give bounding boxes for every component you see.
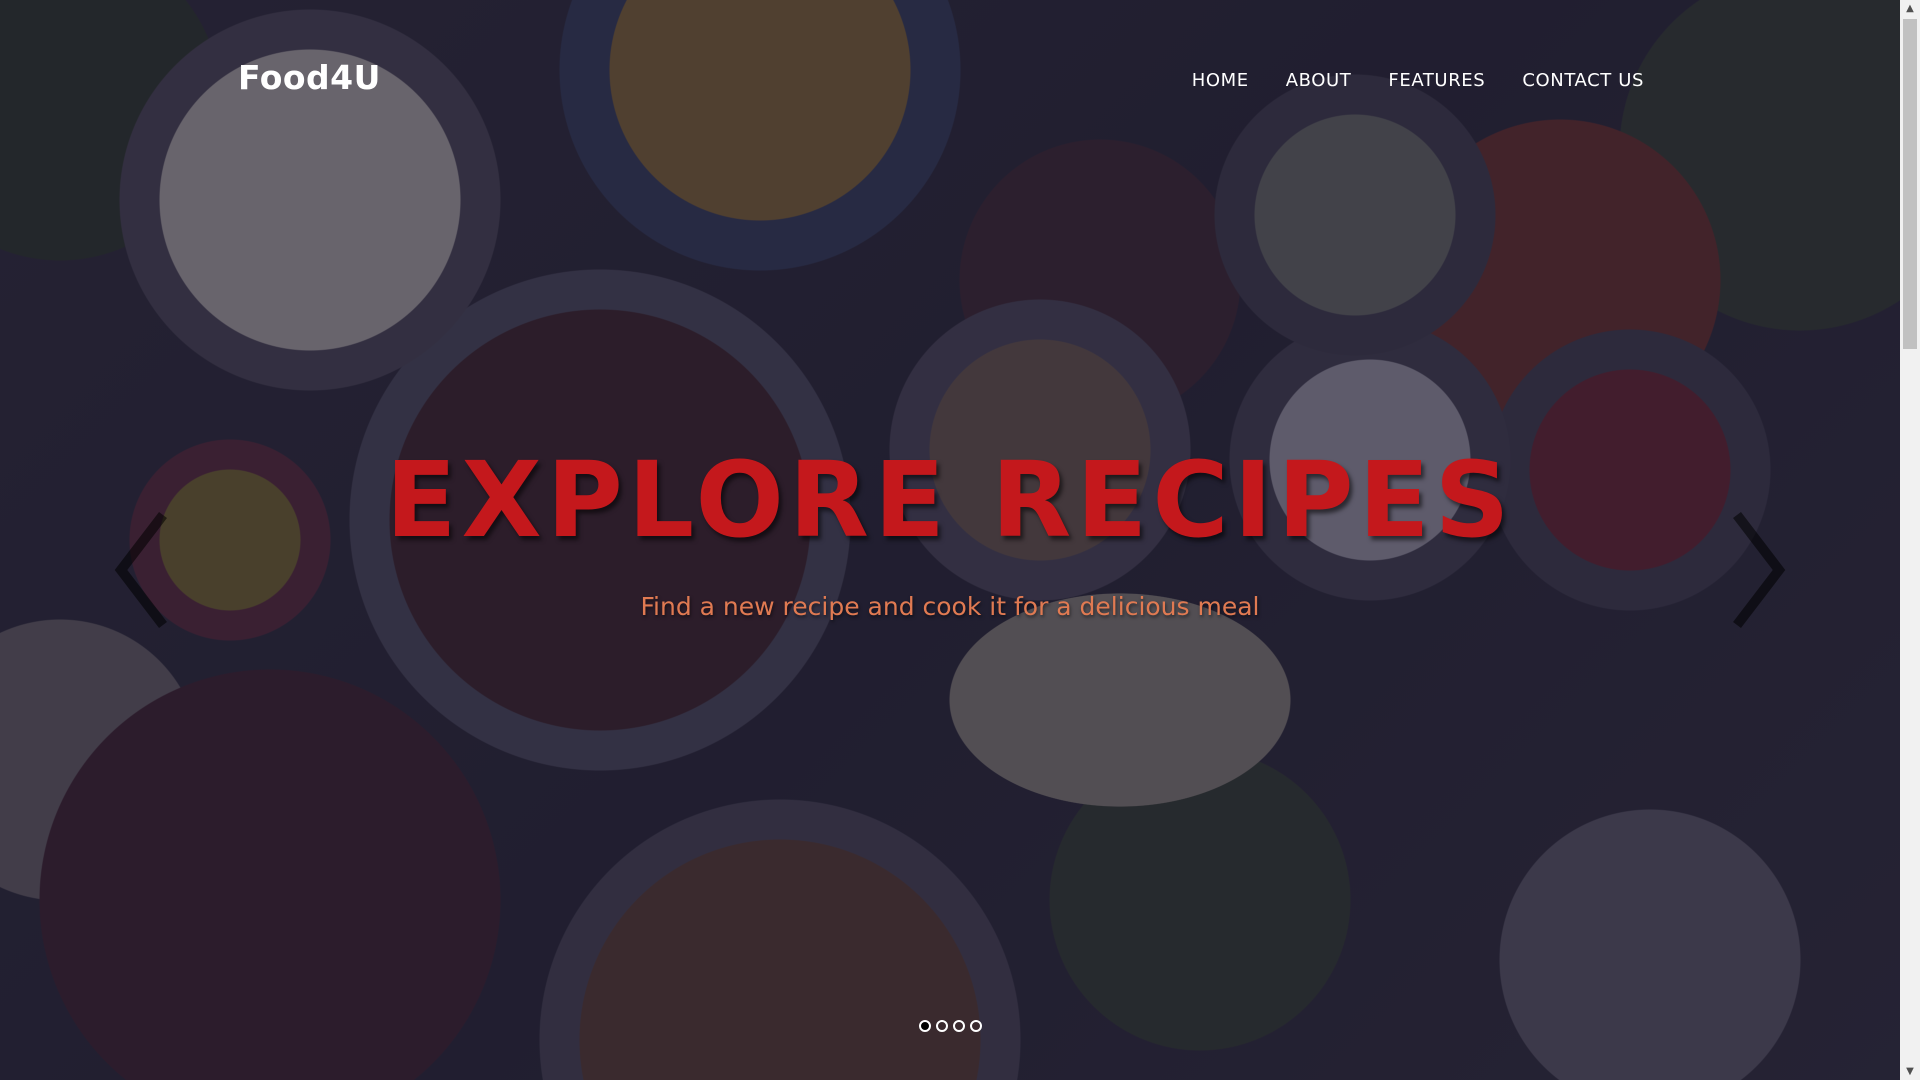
scrollbar-thumb[interactable]: [1903, 19, 1917, 349]
scroll-down-arrow-icon[interactable]: ▼: [1900, 1063, 1920, 1080]
nav-links: HOME ABOUT FEATURES CONTACT US: [1192, 70, 1644, 91]
page-viewport: Food4U HOME ABOUT FEATURES CONTACT US EX…: [0, 0, 1900, 1080]
scroll-up-arrow-icon[interactable]: ▲: [1900, 0, 1920, 17]
nav-link-about[interactable]: ABOUT: [1286, 70, 1352, 91]
hero-headline: EXPLORE RECIPES: [385, 439, 1515, 561]
carousel-indicator-3[interactable]: [952, 1020, 965, 1032]
hero-subheadline: Find a new recipe and cook it for a deli…: [640, 592, 1260, 621]
carousel-next-button[interactable]: [1722, 505, 1792, 635]
nav-link-contact-us[interactable]: CONTACT US: [1522, 70, 1644, 91]
page-scrollbar[interactable]: ▲ ▼: [1900, 0, 1920, 1080]
navbar: Food4U HOME ABOUT FEATURES CONTACT US: [0, 0, 1900, 162]
chevron-left-icon: [113, 510, 173, 630]
carousel-caption: EXPLORE RECIPES Find a new recipe and co…: [0, 448, 1900, 621]
carousel-indicators: [0, 1020, 1900, 1032]
chevron-right-icon: [1727, 510, 1787, 630]
carousel-indicator-4[interactable]: [969, 1020, 982, 1032]
carousel-indicator-1[interactable]: [918, 1020, 931, 1032]
carousel-prev-button[interactable]: [108, 505, 178, 635]
carousel-indicator-2[interactable]: [935, 1020, 948, 1032]
nav-link-home[interactable]: HOME: [1192, 70, 1249, 91]
nav-link-features[interactable]: FEATURES: [1388, 70, 1485, 91]
brand-logo[interactable]: Food4U: [238, 58, 381, 97]
